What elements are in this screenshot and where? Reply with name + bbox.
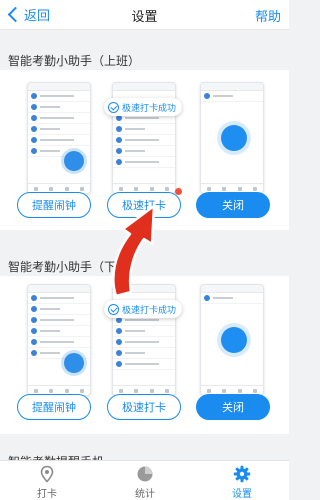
tab-label: 统计 (135, 489, 155, 500)
fast-checkin-success-toast: 极速打卡成功 (104, 300, 183, 318)
pie-chart-icon (137, 466, 153, 482)
preview-screenshot-button (200, 82, 264, 194)
section-title-onduty: 智能考勤小助手（上班） (8, 54, 141, 68)
preview-screenshot-list (27, 82, 91, 194)
preview-screenshot-button (200, 284, 264, 396)
remind-alarm-button[interactable]: 提醒闹钟 (17, 192, 91, 218)
close-button[interactable]: 关闭 (196, 394, 270, 420)
tab-settings[interactable]: 设置 (212, 465, 272, 500)
gear-icon (233, 465, 251, 483)
close-button[interactable]: 关闭 (196, 192, 270, 218)
tab-label: 打卡 (37, 489, 57, 500)
notification-dot (175, 188, 182, 195)
preview-screenshot-list (27, 284, 91, 396)
red-arrow-annotation (112, 204, 156, 298)
page-title: 设置 (131, 10, 158, 25)
fast-checkin-success-toast: 极速打卡成功 (104, 98, 183, 116)
remind-alarm-button[interactable]: 提醒闹钟 (17, 394, 91, 420)
navigation-bar: 返回 设置 帮助 (0, 0, 289, 30)
fast-checkin-button[interactable]: 极速打卡 (107, 394, 181, 420)
tab-checkin[interactable]: 打卡 (17, 465, 77, 500)
tab-statistics[interactable]: 统计 (115, 465, 175, 500)
bottom-tab-bar: 打卡 统计 设置 (0, 460, 289, 500)
tab-label: 设置 (232, 489, 252, 500)
toast-text: 极速打卡成功 (122, 305, 177, 316)
help-button[interactable]: 帮助 (255, 6, 281, 25)
location-pin-icon (40, 465, 54, 483)
check-circle-icon (108, 303, 119, 315)
toast-text: 极速打卡成功 (122, 103, 177, 114)
check-circle-icon (108, 101, 119, 113)
